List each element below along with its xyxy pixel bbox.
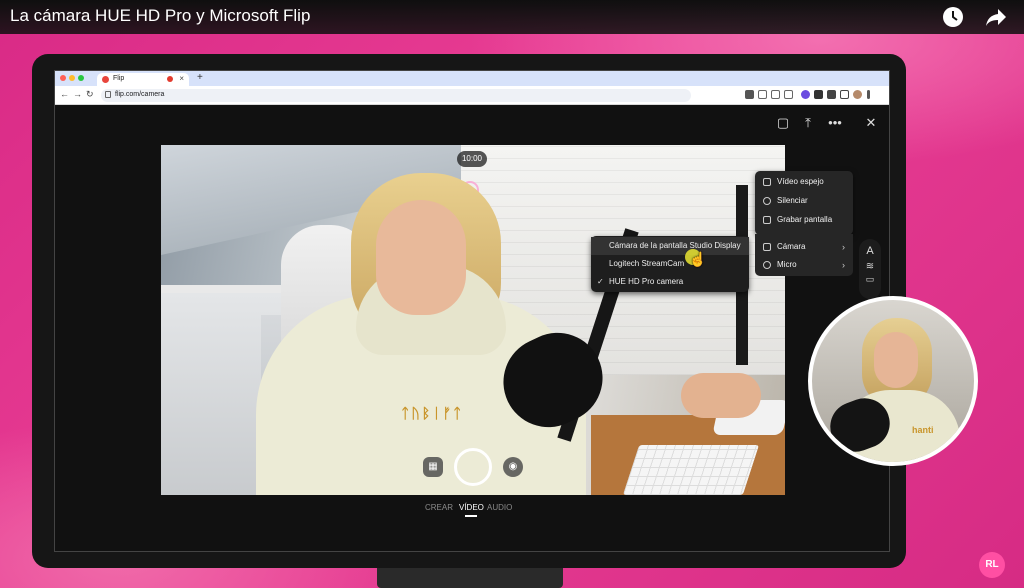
upload-icon[interactable]: ⤒ (800, 115, 816, 131)
tab-audio[interactable]: AUDIO (487, 503, 512, 512)
menu-item-screen-record[interactable]: Grabar pantalla (755, 211, 853, 229)
tab-crear[interactable]: CREAR (425, 503, 453, 512)
camera-option-logitech-label: Logitech StreamCam (609, 259, 685, 268)
monitor-frame: Flip × + ← → ↻ flip.com/camera ▢ ⤒ ••• ✕… (32, 54, 906, 568)
kebab-menu-icon[interactable] (867, 90, 870, 99)
presenter-webcam: hanti (808, 296, 978, 466)
back-arrow-icon[interactable]: ← (60, 89, 69, 99)
tab-close-icon[interactable]: × (179, 74, 184, 83)
chevron-right-icon: › (842, 260, 845, 270)
address-bar[interactable]: flip.com/camera (101, 89, 691, 102)
more-options-icon[interactable]: ••• (827, 115, 843, 131)
chevron-right-icon: › (842, 242, 845, 252)
tab-video[interactable]: VÍDEO (459, 503, 484, 512)
text-tool-icon[interactable]: A (859, 245, 881, 257)
camera-option-studio-display[interactable]: Cámara de la pantalla Studio Display (591, 237, 749, 255)
hand-cursor-icon: ☝ (689, 251, 707, 267)
flip-camera-app: ▢ ⤒ ••• ✕ ᛏᚢᛒᛁᚠᛏ 10:00 ▦ ◉ CREAR VÍDEO A… (55, 105, 889, 551)
extension-icons (745, 90, 885, 101)
pen-tool-icon[interactable]: ≋ (859, 261, 881, 272)
menu-item-mirror-label: Vídeo espejo (777, 177, 824, 186)
mic-icon (763, 261, 771, 269)
menu-item-camera[interactable]: Cámara › (755, 238, 853, 256)
minimize-window-icon[interactable] (69, 75, 75, 81)
menu-item-mute-label: Silenciar (777, 196, 808, 205)
side-panel-icon[interactable] (840, 90, 849, 99)
browser-toolbar: ← → ↻ flip.com/camera (55, 86, 889, 105)
puzzle-extensions-icon[interactable] (814, 90, 823, 99)
flip-favicon-icon (102, 76, 109, 83)
scene-keyboard (622, 445, 760, 495)
video-title[interactable]: La cámara HUE HD Pro y Microsoft Flip (10, 6, 310, 26)
camera-option-logitech[interactable]: Logitech StreamCam (591, 255, 749, 273)
camera-option-hue[interactable]: ✓ HUE HD Pro camera (591, 273, 749, 291)
monitor-stand (377, 568, 563, 588)
forward-arrow-icon[interactable]: → (73, 89, 82, 99)
address-url: flip.com/camera (115, 91, 165, 98)
mic-icon (763, 197, 771, 205)
reload-icon[interactable]: ↻ (86, 89, 94, 100)
pip-face (874, 332, 918, 388)
scene-hand (681, 373, 761, 418)
youtube-title-bar: La cámara HUE HD Pro y Microsoft Flip (0, 0, 1024, 34)
browser-tab-strip: Flip × + (55, 71, 889, 86)
scene-person-face (376, 200, 466, 315)
filter-icon[interactable]: ◉ (503, 457, 523, 477)
camera-option-studio-display-label: Cámara de la pantalla Studio Display (609, 241, 741, 250)
active-tab-indicator (465, 515, 477, 517)
share-arrow-icon[interactable] (984, 6, 1008, 28)
extension-icon[interactable] (801, 90, 810, 99)
mode-tabs: CREAR VÍDEO AUDIO (425, 503, 525, 517)
camera-preview: ᛏᚢᛒᛁᚠᛏ 10:00 ▦ ◉ (161, 145, 785, 495)
device-menu: Cámara › Micro › (755, 234, 853, 276)
close-window-icon[interactable] (60, 75, 66, 81)
options-menu: Vídeo espejo Silenciar Grabar pantalla (755, 171, 853, 235)
pip-hoodie-print: hanti (912, 425, 934, 435)
reading-list-icon[interactable] (827, 90, 836, 99)
bookmark-star-icon[interactable] (784, 90, 793, 99)
profile-avatar-icon[interactable] (853, 90, 862, 99)
board-tool-icon[interactable]: ▭ (859, 274, 881, 285)
channel-logo: RL (979, 552, 1005, 578)
zoom-icon[interactable] (758, 90, 767, 99)
effects-icon[interactable]: ▦ (423, 457, 443, 477)
new-tab-button[interactable]: + (197, 72, 203, 83)
menu-item-mute[interactable]: Silenciar (755, 192, 853, 210)
recording-timer: 10:00 (457, 151, 487, 167)
browser-tab[interactable]: Flip × (97, 73, 189, 86)
menu-item-mirror[interactable]: Vídeo espejo (755, 173, 853, 191)
camera-icon (763, 243, 771, 251)
recording-indicator-icon (167, 76, 173, 82)
hoodie-print: ᛏᚢᛒᛁᚠᛏ (401, 405, 464, 421)
camera-submenu: Cámara de la pantalla Studio Display Log… (591, 236, 749, 292)
camera-in-use-icon[interactable] (745, 90, 754, 99)
sticker-icon[interactable]: ▢ (775, 115, 791, 131)
record-button[interactable] (454, 448, 492, 486)
lock-icon (105, 91, 111, 98)
camera-option-hue-label: HUE HD Pro camera (609, 277, 684, 286)
monitor-screen: Flip × + ← → ↻ flip.com/camera ▢ ⤒ ••• ✕… (54, 70, 890, 552)
tab-title: Flip (113, 75, 125, 82)
close-icon[interactable]: ✕ (863, 115, 879, 131)
menu-item-micro-label: Micro (777, 260, 797, 269)
maximize-window-icon[interactable] (78, 75, 84, 81)
mirror-icon (763, 178, 771, 186)
share-page-icon[interactable] (771, 90, 780, 99)
clock-icon[interactable] (942, 6, 966, 28)
screen-record-icon (763, 216, 771, 224)
checkmark-icon: ✓ (597, 277, 604, 286)
drawing-toolbar: A ≋ ▭ (859, 239, 881, 299)
menu-item-screen-record-label: Grabar pantalla (777, 215, 833, 224)
menu-item-camera-label: Cámara (777, 242, 806, 251)
menu-item-micro[interactable]: Micro › (755, 256, 853, 274)
